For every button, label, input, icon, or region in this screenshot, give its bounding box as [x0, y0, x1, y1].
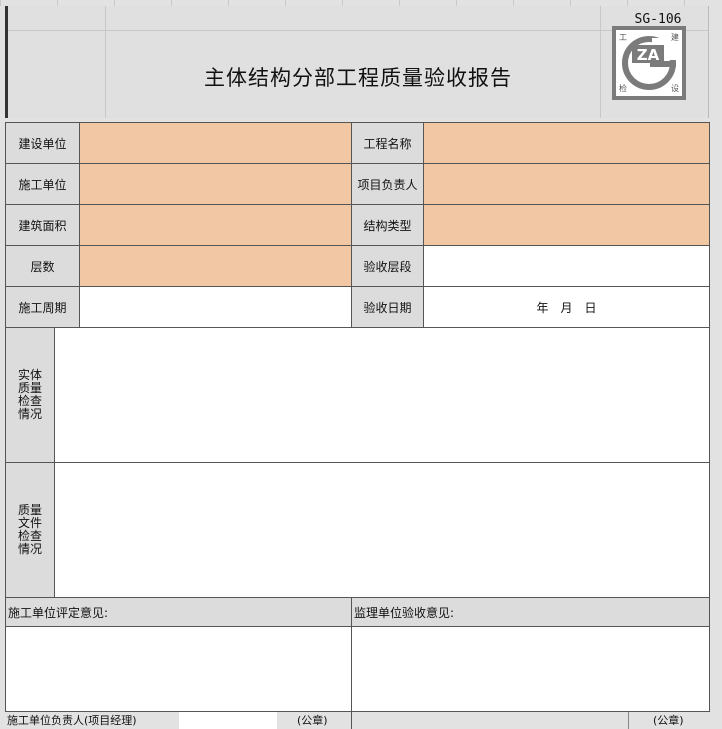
seal-left-label: (公章): [297, 714, 328, 727]
entity-check-text: 实体质量检查情况: [17, 368, 42, 421]
divider: [351, 712, 352, 729]
label-structure-type: 结构类型: [351, 204, 425, 246]
logo-corner-char: 设: [671, 84, 679, 93]
document-check-text: 质量文件检查情况: [17, 503, 42, 556]
floors-field[interactable]: [79, 245, 353, 287]
building-area-field[interactable]: [79, 204, 353, 246]
project-manager-field[interactable]: [423, 163, 711, 205]
grid-line: [8, 30, 708, 31]
builder-opinion-area[interactable]: [4, 626, 353, 712]
label-acceptance-date: 验收日期: [351, 286, 425, 328]
structure-type-field[interactable]: [423, 204, 711, 246]
page-title: 主体结构分部工程质量验收报告: [204, 66, 512, 90]
label-document-check: 质量文件检查情况: [5, 462, 55, 598]
label-entity-check: 实体质量检查情况: [5, 327, 55, 463]
acceptance-floor-field[interactable]: [423, 245, 711, 287]
construction-period-field[interactable]: [79, 286, 353, 328]
builder-opinion-label: 施工单位评定意见:: [4, 597, 353, 627]
logo-corner-char: 检: [619, 84, 627, 93]
logo-corner-char: 工: [619, 33, 627, 42]
acceptance-date-field[interactable]: 年 月 日: [423, 286, 711, 328]
signature-row: 施工单位负责人(项目经理) (公章) (公章): [5, 712, 709, 729]
label-construction-unit: 建设单位: [4, 122, 81, 164]
za-logo: ZA 工 建 检 设: [612, 26, 686, 100]
builder-unit-field[interactable]: [79, 163, 353, 205]
divider: [628, 712, 629, 729]
label-project-name: 工程名称: [351, 122, 425, 164]
seal-right-label: (公章): [653, 714, 684, 727]
label-builder-unit: 施工单位: [4, 163, 81, 205]
label-floors: 层数: [4, 245, 81, 287]
label-acceptance-floor: 验收层段: [351, 245, 425, 287]
label-project-manager: 项目负责人: [351, 163, 425, 205]
logo-text: ZA: [637, 46, 660, 64]
construction-unit-field[interactable]: [79, 122, 353, 164]
label-building-area: 建筑面积: [4, 204, 81, 246]
project-name-field[interactable]: [423, 122, 711, 164]
builder-manager-label: 施工单位负责人(项目经理): [7, 714, 137, 727]
logo-corner-char: 建: [671, 33, 679, 42]
label-construction-period: 施工周期: [4, 286, 81, 328]
form-code: SG-106: [634, 12, 682, 27]
entity-check-area[interactable]: [53, 327, 711, 463]
document-check-area[interactable]: [53, 462, 711, 598]
form-header: SG-106 主体结构分部工程质量验收报告: [5, 6, 709, 118]
signature-cell[interactable]: [179, 712, 277, 729]
acceptance-form-table: 建设单位 工程名称 施工单位 项目负责人 建筑面积 结构类型 层数 验收层段 施…: [4, 122, 711, 712]
supervisor-opinion-label: 监理单位验收意见:: [351, 597, 711, 627]
supervisor-opinion-area[interactable]: [351, 626, 711, 712]
